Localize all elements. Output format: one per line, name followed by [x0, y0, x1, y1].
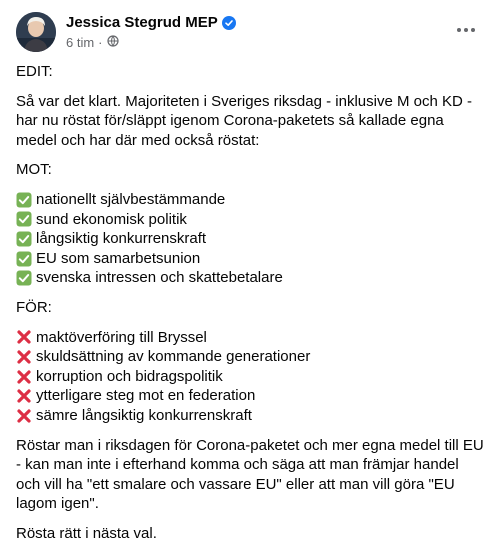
against-heading: MOT:: [16, 161, 52, 179]
post-timestamp[interactable]: 6 tim: [66, 35, 94, 50]
for-item-label: skuldsättning av kommande generationer: [36, 348, 311, 366]
author-avatar[interactable]: [16, 12, 56, 52]
against-item: sund ekonomisk politik: [16, 210, 486, 230]
final-line: Rösta rätt i nästa val.: [16, 524, 157, 542]
post-header: Jessica Stegrud MEP 6 tim ·: [16, 10, 486, 54]
for-item: ytterligare steg mot en federation: [16, 386, 486, 406]
against-item-label: svenska intressen och skattebetalare: [36, 269, 283, 287]
post-meta: 6 tim ·: [66, 35, 119, 50]
closing-paragraph: Röstar man i riksdagen för Corona-pakete…: [16, 436, 484, 513]
globe-icon[interactable]: [106, 35, 119, 50]
cross-mark-icon: [16, 349, 36, 365]
for-item-label: ytterligare steg mot en federation: [36, 387, 256, 405]
check-mark-button-icon: [16, 251, 36, 267]
check-mark-button-icon: [16, 192, 36, 208]
against-item-label: EU som samarbetsunion: [36, 249, 201, 267]
more-options-button[interactable]: [452, 16, 480, 44]
for-list: maktöverföring till Bryssel skuldsättning…: [16, 328, 486, 426]
against-item-label: sund ekonomisk politik: [36, 210, 187, 228]
intro-paragraph: Så var det klart. Majoriteten i Sveriges…: [16, 92, 472, 149]
for-item: maktöverföring till Bryssel: [16, 328, 486, 348]
against-item-label: långsiktig konkurrenskraft: [36, 230, 207, 248]
against-item: nationellt självbestämmande: [16, 190, 486, 210]
for-item: korruption och bidragspolitik: [16, 367, 486, 387]
for-item-label: maktöverföring till Bryssel: [36, 328, 207, 346]
edit-label: EDIT:: [16, 63, 53, 80]
cross-mark-icon: [16, 408, 36, 424]
against-list: nationellt självbestämmande sund ekonomis…: [16, 190, 486, 288]
check-mark-button-icon: [16, 211, 36, 227]
for-item: skuldsättning av kommande generationer: [16, 347, 486, 367]
facebook-post: Jessica Stegrud MEP 6 tim · EDIT: Så var…: [0, 0, 498, 542]
against-item-label: nationellt självbestämmande: [36, 190, 226, 208]
for-item-label: korruption och bidragspolitik: [36, 367, 223, 385]
for-heading: FÖR:: [16, 298, 52, 316]
against-item: långsiktig konkurrenskraft: [16, 229, 486, 249]
for-item-label: sämre långsiktig konkurrenskraft: [36, 406, 252, 424]
check-mark-button-icon: [16, 270, 36, 286]
post-body: EDIT: Så var det klart. Majoriteten i Sv…: [16, 62, 486, 553]
author-row: Jessica Stegrud MEP: [66, 14, 236, 31]
verified-badge-icon: [221, 15, 236, 30]
more-options-icon: [457, 28, 475, 32]
cross-mark-icon: [16, 369, 36, 385]
against-item: svenska intressen och skattebetalare: [16, 268, 486, 288]
meta-separator: ·: [98, 35, 103, 50]
cross-mark-icon: [16, 329, 36, 345]
check-mark-button-icon: [16, 231, 36, 247]
cross-mark-icon: [16, 388, 36, 404]
author-name[interactable]: Jessica Stegrud MEP: [66, 14, 218, 31]
against-item: EU som samarbetsunion: [16, 249, 486, 269]
for-item: sämre långsiktig konkurrenskraft: [16, 406, 486, 426]
